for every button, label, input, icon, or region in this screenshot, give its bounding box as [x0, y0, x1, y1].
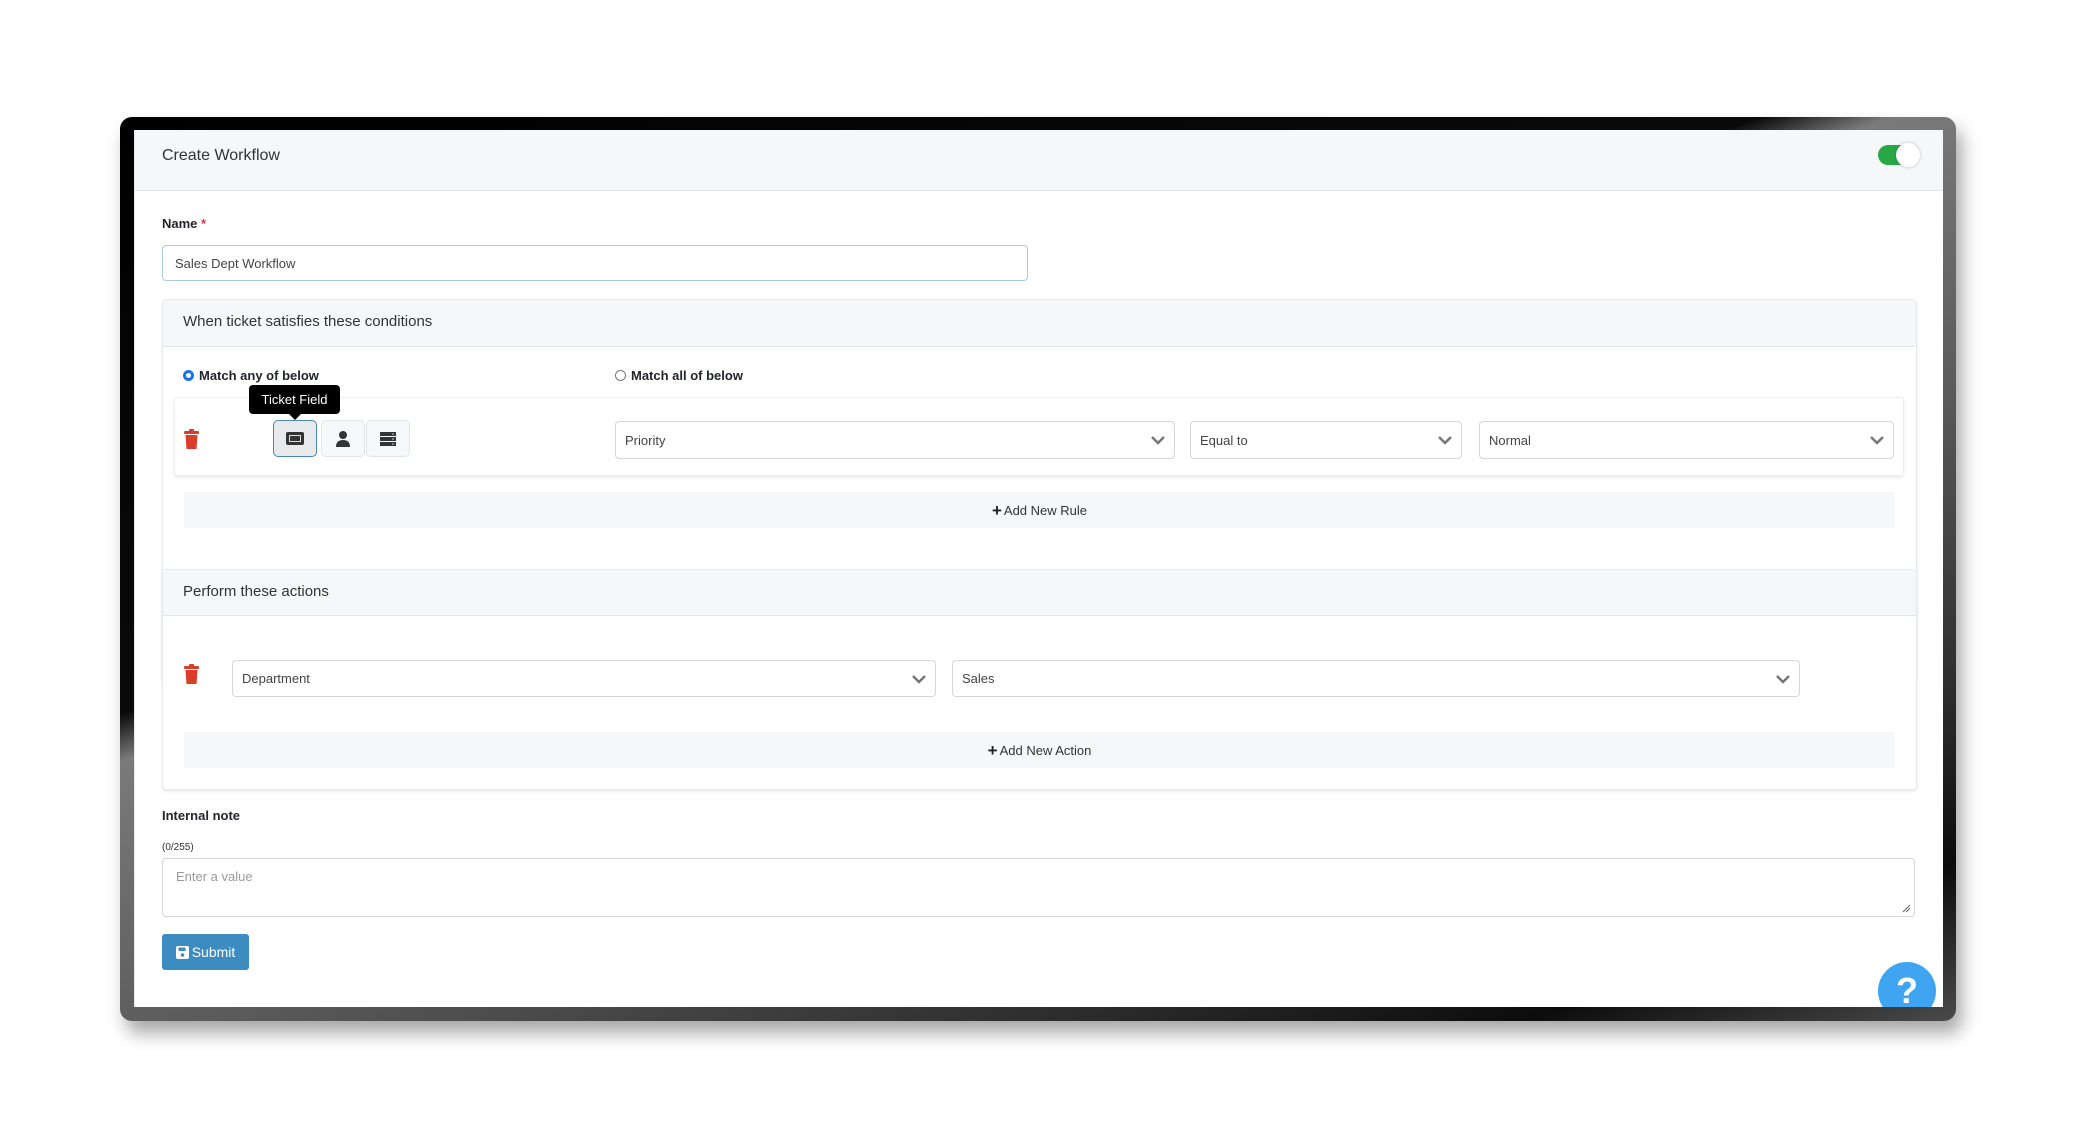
conditions-title: When ticket satisfies these conditions: [183, 313, 433, 330]
action-field-select[interactable]: Department: [232, 660, 936, 697]
action-field-value: Department: [242, 671, 310, 686]
resize-grip-icon[interactable]: [1902, 904, 1911, 913]
help-icon: ?: [1896, 970, 1918, 1007]
delete-action-trash-icon[interactable]: [184, 664, 199, 684]
match-all-label: Match all of below: [631, 368, 743, 383]
match-all-radio[interactable]: Match all of below: [615, 368, 743, 383]
page-title: Create Workflow: [162, 147, 280, 164]
add-new-rule-label: Add New Rule: [1003, 502, 1088, 518]
add-new-rule-button[interactable]: + Add New Rule: [184, 492, 1895, 528]
chevron-down-icon: [1151, 436, 1165, 445]
system-field-button[interactable]: [366, 420, 410, 457]
server-icon: [380, 431, 396, 446]
save-icon: [175, 945, 189, 959]
chevron-down-icon: [1438, 436, 1452, 445]
internal-note-placeholder: Enter a value: [176, 869, 253, 884]
chevron-down-icon: [1870, 436, 1884, 445]
toggle-knob: [1896, 143, 1920, 167]
radio-unselected-icon: [615, 370, 626, 381]
plus-icon: +: [991, 500, 1002, 520]
plus-icon: +: [987, 740, 998, 760]
name-input-value: Sales Dept Workflow: [175, 255, 296, 271]
internal-note-textarea[interactable]: Enter a value: [162, 858, 1915, 917]
actions-card: Perform these actions Department Sales +…: [162, 569, 1917, 790]
rule-field-select[interactable]: Priority: [615, 421, 1175, 459]
name-label-text: Name: [162, 216, 198, 231]
add-new-action-button[interactable]: + Add New Action: [184, 732, 1895, 768]
help-button[interactable]: ?: [1878, 962, 1936, 1007]
conditions-card-header: When ticket satisfies these conditions: [163, 300, 1916, 347]
rule-operator-value: Equal to: [1200, 432, 1248, 448]
internal-note-label: Internal note: [162, 808, 241, 823]
submit-label: Submit: [191, 944, 236, 960]
rule-value-value: Normal: [1489, 432, 1531, 448]
rule-operator-select[interactable]: Equal to: [1190, 421, 1462, 459]
match-any-radio[interactable]: Match any of below: [183, 368, 319, 383]
rule-value-select[interactable]: Normal: [1479, 421, 1894, 459]
name-label: Name *: [162, 216, 206, 231]
rule-row: Priority Equal to Normal: [174, 397, 1904, 476]
ticket-field-tooltip: Ticket Field: [249, 385, 340, 420]
action-value-value: Sales: [962, 671, 995, 686]
submit-button[interactable]: Submit: [162, 934, 249, 970]
user-icon: [336, 430, 350, 447]
rule-field-value: Priority: [625, 432, 666, 448]
radio-selected-icon: [183, 370, 194, 381]
delete-rule-trash-icon[interactable]: [184, 429, 199, 449]
workflow-enabled-toggle[interactable]: [1878, 143, 1920, 167]
match-any-label: Match any of below: [199, 368, 319, 383]
add-new-action-label: Add New Action: [999, 742, 1092, 758]
chevron-down-icon: [912, 674, 926, 684]
chevron-down-icon: [1776, 674, 1790, 684]
ticket-field-button[interactable]: [273, 420, 317, 457]
app-screen: Create Workflow Name * Sales Dept Workfl…: [134, 130, 1943, 1007]
actions-card-header: Perform these actions: [163, 570, 1916, 616]
required-mark: *: [201, 216, 207, 231]
action-value-select[interactable]: Sales: [952, 660, 1800, 697]
actions-title: Perform these actions: [183, 583, 329, 600]
name-input[interactable]: Sales Dept Workflow: [162, 245, 1028, 281]
page-header: Create Workflow: [135, 130, 1943, 191]
internal-note-counter: (0/255): [162, 842, 194, 853]
requester-field-button[interactable]: [321, 420, 365, 457]
ticket-icon: [286, 432, 304, 445]
